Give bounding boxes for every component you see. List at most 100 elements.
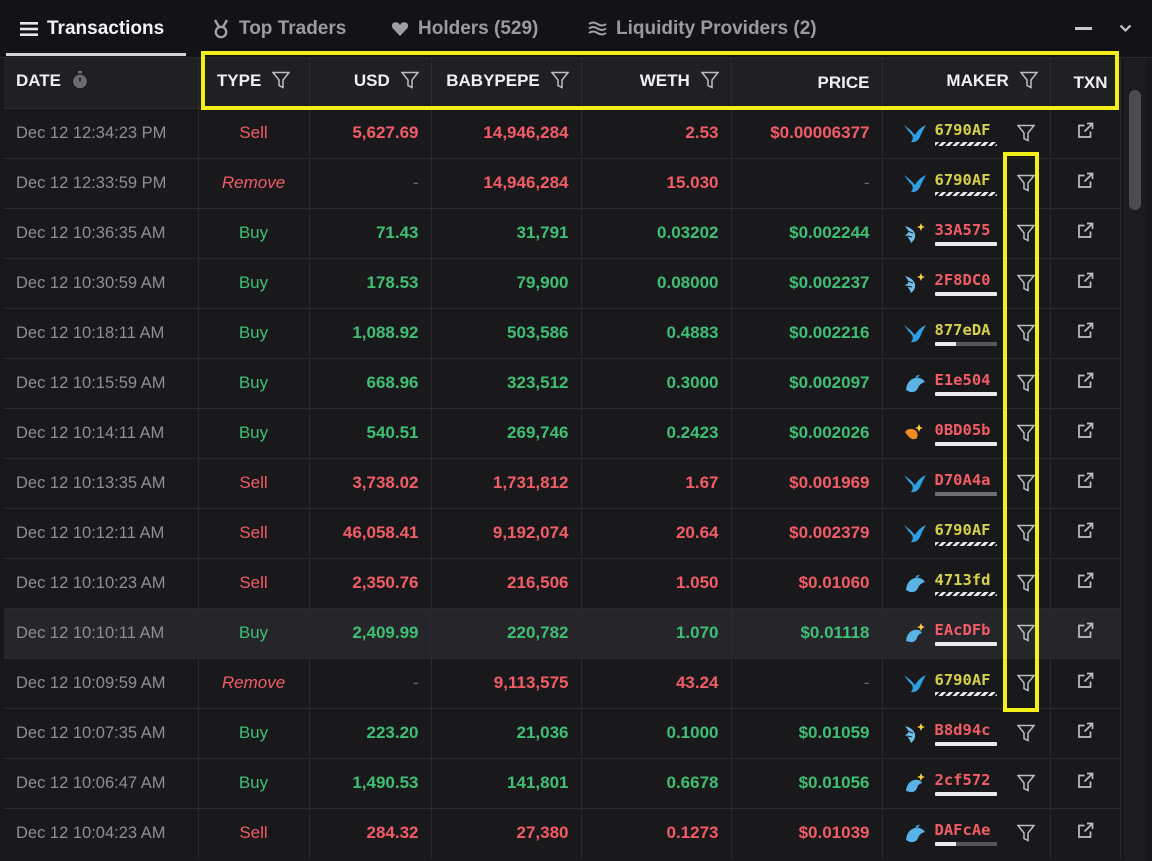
maker-filter-icon[interactable] — [1016, 274, 1035, 292]
column-header-date[interactable]: DATE — [4, 58, 199, 108]
maker-address[interactable]: 877eDA — [935, 321, 999, 339]
maker-filter-icon[interactable] — [1016, 174, 1035, 192]
column-header-babypepe[interactable]: BABYPEPE — [431, 58, 582, 108]
external-link-icon[interactable] — [1077, 522, 1094, 539]
maker-address-link[interactable]: 877eDA — [934, 321, 999, 346]
maker-filter-icon[interactable] — [1016, 774, 1035, 792]
collapse-button[interactable] — [1119, 0, 1132, 57]
table-row[interactable]: Dec 12 10:15:59 AM Buy 668.96 323,512 0.3000… — [4, 358, 1121, 408]
table-row[interactable]: Dec 12 10:12:11 AM Sell 46,058.41 9,192,074… — [4, 508, 1121, 558]
column-header-usd[interactable]: USD — [309, 58, 432, 108]
maker-filter-icon[interactable] — [1016, 474, 1035, 492]
filter-icon[interactable] — [271, 71, 291, 94]
tab-transactions[interactable]: Transactions — [20, 0, 164, 57]
maker-address-link[interactable]: 6790AF — [934, 171, 999, 196]
table-row[interactable]: Dec 12 10:13:35 AM Sell 3,738.02 1,731,812 1… — [4, 458, 1121, 508]
filter-icon[interactable] — [699, 71, 720, 94]
scrollbar[interactable] — [1124, 58, 1146, 861]
maker-filter-icon[interactable] — [1016, 824, 1035, 842]
maker-address-link[interactable]: DAFcAe — [934, 821, 999, 846]
table-row[interactable]: Dec 12 10:36:35 AM Buy 71.43 31,791 0.03202 $… — [4, 208, 1121, 258]
maker-filter-icon[interactable] — [1016, 624, 1035, 642]
table-row[interactable]: Dec 12 10:10:11 AM Buy 2,409.99 220,782 1.07… — [4, 608, 1121, 658]
table-row[interactable]: Dec 12 10:09:59 AM Remove -9,113,575 43.24-… — [4, 658, 1121, 708]
tab-liquidity-providers[interactable]: Liquidity Providers (2) — [588, 0, 817, 57]
external-link-icon[interactable] — [1077, 572, 1094, 589]
maker-address-link[interactable]: E1e504 — [934, 371, 999, 396]
clock-icon[interactable] — [72, 71, 88, 94]
table-row[interactable]: Dec 12 10:10:23 AM Sell 2,350.76 216,506 1.0… — [4, 558, 1121, 608]
external-link-icon[interactable] — [1077, 622, 1094, 639]
table-row[interactable]: Dec 12 12:34:23 PM Sell 5,627.69 14,946,284… — [4, 108, 1121, 158]
column-header-weth[interactable]: WETH — [581, 58, 732, 108]
table-row[interactable]: Dec 12 10:14:11 AM Buy 540.51 269,746 0.2423… — [4, 408, 1121, 458]
maker-filter-icon[interactable] — [1016, 574, 1035, 592]
maker-filter-icon[interactable] — [1016, 224, 1035, 242]
minimize-button[interactable] — [1075, 0, 1092, 57]
external-link-icon[interactable] — [1077, 422, 1094, 439]
maker-address-link[interactable]: D70A4a — [934, 471, 999, 496]
maker-filter-icon[interactable] — [1016, 124, 1035, 142]
maker-address[interactable]: 33A575 — [935, 221, 999, 239]
external-link-icon[interactable] — [1077, 722, 1094, 739]
maker-address-link[interactable]: EAcDFb — [934, 621, 999, 646]
maker-address[interactable]: 6790AF — [935, 121, 999, 139]
price-cell: $0.00006377 — [731, 108, 883, 158]
external-link-icon[interactable] — [1077, 672, 1094, 689]
table-row[interactable]: Dec 12 10:18:11 AM Buy 1,088.92 503,586 0.48… — [4, 308, 1121, 358]
tab-top-traders[interactable]: Top Traders — [212, 0, 346, 57]
maker-address[interactable]: B8d94c — [935, 721, 999, 739]
table-row[interactable]: Dec 12 10:07:35 AM Buy 223.20 21,036 0.1000 $… — [4, 708, 1121, 758]
maker-address[interactable]: EAcDFb — [935, 621, 999, 639]
maker-address-link[interactable]: 6790AF — [934, 521, 999, 546]
scrollbar-thumb[interactable] — [1129, 90, 1141, 210]
maker-address[interactable]: 6790AF — [935, 171, 999, 189]
external-link-icon[interactable] — [1077, 372, 1094, 389]
weth-cell: 0.1273 — [581, 808, 732, 858]
column-header-type[interactable]: TYPE — [198, 58, 310, 108]
table-row[interactable]: Dec 12 12:33:59 PM Remove -14,946,284 15.03… — [4, 158, 1121, 208]
column-header-maker[interactable]: MAKER — [882, 58, 1051, 108]
external-link-icon[interactable] — [1077, 172, 1094, 189]
maker-address-link[interactable]: B8d94c — [934, 721, 999, 746]
maker-filter-icon[interactable] — [1016, 524, 1035, 542]
maker-address-link[interactable]: 6790AF — [934, 671, 999, 696]
maker-address[interactable]: 2F8DC0 — [935, 271, 999, 289]
table-row[interactable]: Dec 12 10:06:47 AM Buy 1,490.53 141,801 0.66… — [4, 758, 1121, 808]
external-link-icon[interactable] — [1077, 272, 1094, 289]
maker-filter-icon[interactable] — [1016, 424, 1035, 442]
external-link-icon[interactable] — [1077, 772, 1094, 789]
maker-address[interactable]: 2cf572 — [935, 771, 999, 789]
maker-address[interactable]: E1e504 — [935, 371, 999, 389]
external-link-icon[interactable] — [1077, 322, 1094, 339]
maker-address-link[interactable]: 2F8DC0 — [934, 271, 999, 296]
maker-address-link[interactable]: 2cf572 — [934, 771, 999, 796]
usd-cell: - — [309, 658, 432, 708]
babypepe-cell: 21,036 — [431, 708, 582, 758]
maker-address[interactable]: DAFcAe — [935, 821, 999, 839]
external-link-icon[interactable] — [1077, 822, 1094, 839]
weth-cell: 0.1000 — [581, 708, 732, 758]
filter-icon[interactable] — [549, 71, 570, 94]
maker-address-link[interactable]: 0BD05b — [934, 421, 999, 446]
table-row[interactable]: Dec 12 10:04:23 AM Sell 284.32 27,380 0.1273… — [4, 808, 1121, 858]
filter-icon[interactable] — [1018, 71, 1039, 94]
maker-filter-icon[interactable] — [1016, 324, 1035, 342]
maker-address-link[interactable]: 6790AF — [934, 121, 999, 146]
maker-filter-icon[interactable] — [1016, 374, 1035, 392]
maker-address-link[interactable]: 4713fd — [934, 571, 999, 596]
maker-address[interactable]: D70A4a — [935, 471, 999, 489]
maker-address[interactable]: 6790AF — [935, 521, 999, 539]
tab-holders[interactable]: Holders (529) — [391, 0, 538, 57]
maker-filter-icon[interactable] — [1016, 674, 1035, 692]
table-row[interactable]: Dec 12 10:30:59 AM Buy 178.53 79,900 0.08000… — [4, 258, 1121, 308]
filter-icon[interactable] — [399, 71, 420, 94]
external-link-icon[interactable] — [1077, 472, 1094, 489]
maker-address-link[interactable]: 33A575 — [934, 221, 999, 246]
external-link-icon[interactable] — [1077, 122, 1094, 139]
maker-filter-icon[interactable] — [1016, 724, 1035, 742]
external-link-icon[interactable] — [1077, 222, 1094, 239]
maker-address[interactable]: 4713fd — [935, 571, 999, 589]
maker-address[interactable]: 0BD05b — [935, 421, 999, 439]
maker-address[interactable]: 6790AF — [935, 671, 999, 689]
